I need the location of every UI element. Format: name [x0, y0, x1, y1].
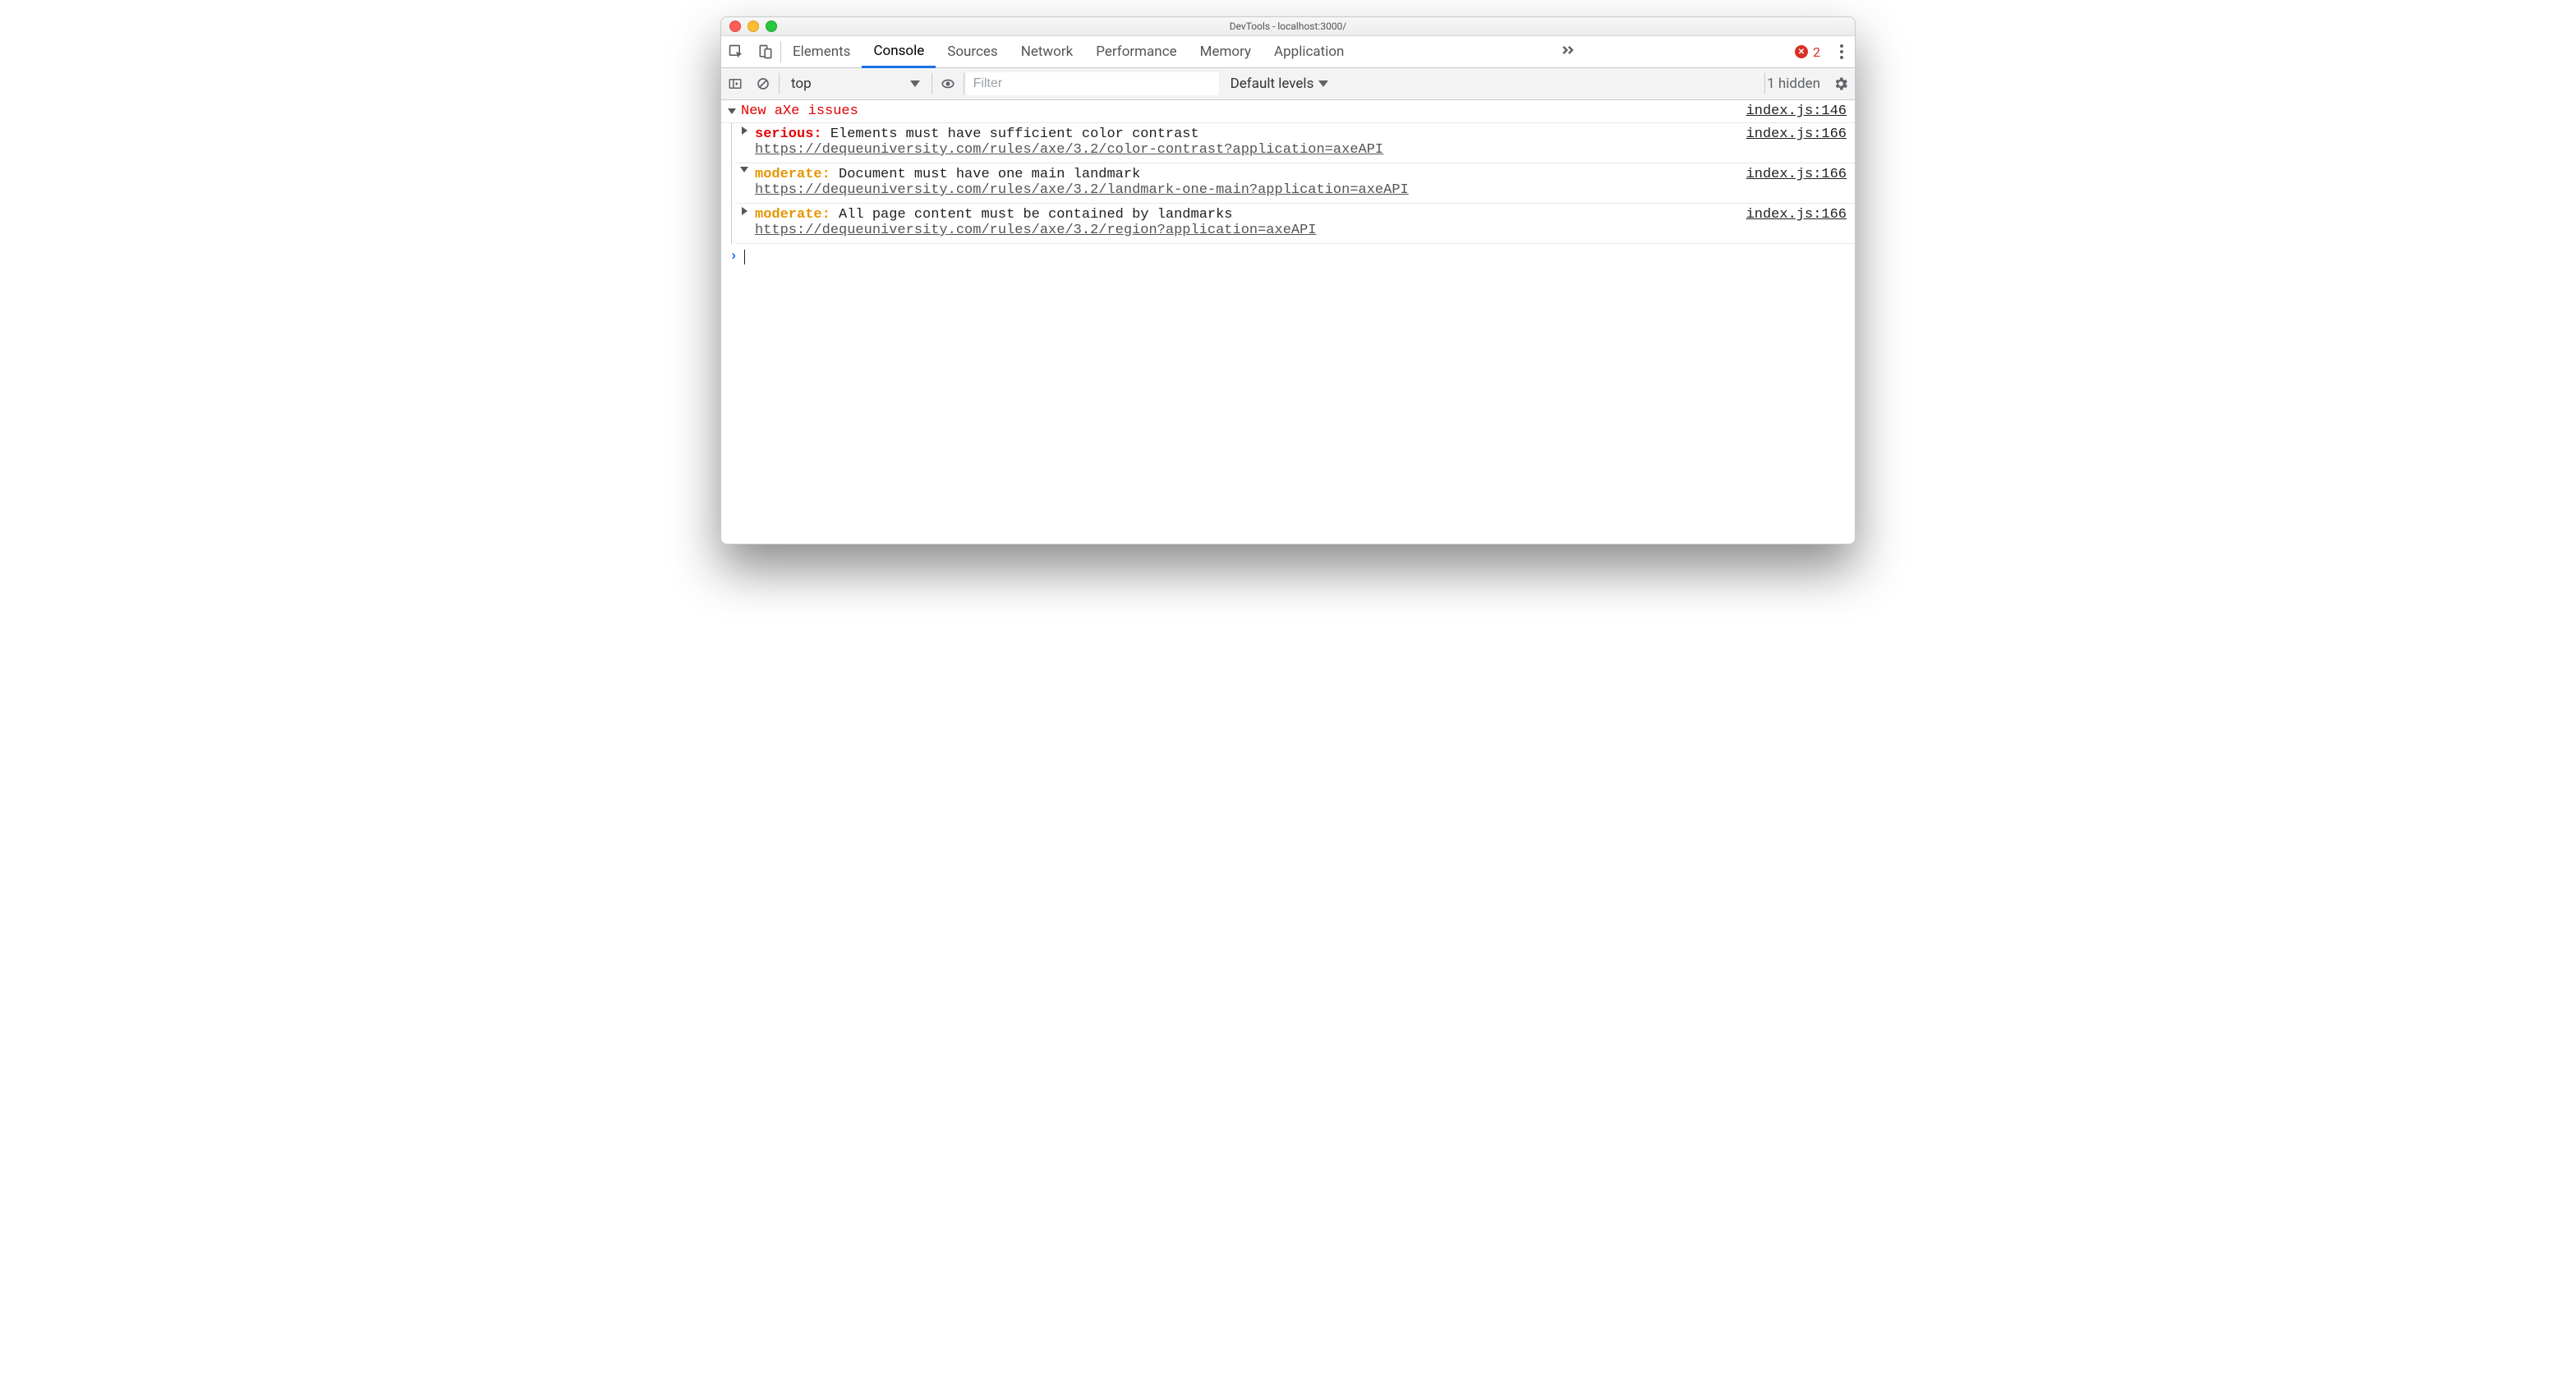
console-prompt[interactable]: › — [721, 244, 1855, 269]
zoom-window-button[interactable] — [766, 21, 777, 32]
severity-label: serious: — [755, 126, 822, 142]
disclosure-triangle-icon[interactable] — [738, 126, 750, 135]
window-controls — [721, 21, 777, 32]
window-title: DevTools - localhost:3000/ — [721, 21, 1855, 32]
message-text: Document must have one main landmark — [839, 167, 1140, 182]
console-settings-icon[interactable] — [1827, 70, 1855, 98]
tab-elements[interactable]: Elements — [781, 36, 862, 67]
filter-input[interactable] — [966, 72, 1219, 95]
tab-network[interactable]: Network — [1010, 36, 1085, 67]
context-selector[interactable]: top — [781, 76, 930, 92]
errors-indicator[interactable]: 2 — [1788, 43, 1827, 62]
devtools-window: DevTools - localhost:3000/ Elements Cons… — [720, 16, 1856, 544]
message-text: All page content must be contained by la… — [839, 207, 1232, 223]
device-toolbar-icon[interactable] — [751, 37, 780, 67]
source-link[interactable]: index.js:166 — [1746, 126, 1847, 142]
console-toolbar: top Default levels 1 hidden — [721, 68, 1855, 100]
more-tabs-icon[interactable] — [1560, 42, 1576, 62]
console-message: serious: Elements must have sufficient c… — [735, 123, 1855, 163]
severity-label: moderate: — [755, 207, 830, 223]
tab-application[interactable]: Application — [1263, 36, 1355, 67]
close-window-button[interactable] — [729, 21, 741, 32]
chevron-down-icon — [1318, 80, 1328, 87]
help-url-link[interactable]: https://dequeuniversity.com/rules/axe/3.… — [755, 182, 1409, 198]
panel-tabs: Elements Console Sources Network Perform… — [721, 36, 1855, 68]
tab-performance[interactable]: Performance — [1084, 36, 1188, 67]
tab-sources[interactable]: Sources — [936, 36, 1009, 67]
help-url-link[interactable]: https://dequeuniversity.com/rules/axe/3.… — [755, 142, 1383, 158]
severity-label: moderate: — [755, 167, 830, 182]
console-group-header[interactable]: New aXe issues index.js:146 — [721, 100, 1855, 123]
hidden-messages-label[interactable]: 1 hidden — [1767, 76, 1827, 92]
live-expression-icon[interactable] — [934, 70, 962, 98]
source-link[interactable]: index.js:166 — [1746, 167, 1847, 182]
titlebar: DevTools - localhost:3000/ — [721, 17, 1855, 36]
source-link[interactable]: index.js:146 — [1746, 103, 1847, 119]
context-label: top — [791, 76, 812, 92]
chevron-down-icon — [910, 80, 920, 87]
log-levels-selector[interactable]: Default levels — [1219, 76, 1341, 92]
more-options-icon[interactable] — [1837, 41, 1847, 62]
error-icon — [1795, 45, 1808, 58]
console-group-title: New aXe issues — [741, 103, 858, 119]
console-sidebar-toggle-icon[interactable] — [721, 70, 749, 98]
console-message: moderate: All page content must be conta… — [735, 204, 1855, 244]
source-link[interactable]: index.js:166 — [1746, 207, 1847, 223]
disclosure-triangle-icon[interactable] — [738, 167, 750, 172]
disclosure-triangle-icon[interactable] — [738, 207, 750, 215]
tab-memory[interactable]: Memory — [1189, 36, 1263, 67]
prompt-chevron-icon: › — [729, 249, 744, 264]
console-message: moderate: Document must have one main la… — [735, 163, 1855, 204]
console-body: New aXe issues index.js:146 serious: Ele… — [721, 100, 1855, 544]
minimize-window-button[interactable] — [748, 21, 759, 32]
errors-count: 2 — [1813, 44, 1820, 60]
text-cursor — [744, 250, 745, 264]
disclosure-triangle-icon[interactable] — [726, 108, 738, 114]
help-url-link[interactable]: https://dequeuniversity.com/rules/axe/3.… — [755, 223, 1317, 238]
message-text: Elements must have sufficient color cont… — [830, 126, 1199, 142]
log-levels-label: Default levels — [1230, 76, 1314, 92]
clear-console-icon[interactable] — [749, 70, 777, 98]
tab-console[interactable]: Console — [862, 36, 936, 68]
inspect-element-icon[interactable] — [721, 37, 751, 67]
